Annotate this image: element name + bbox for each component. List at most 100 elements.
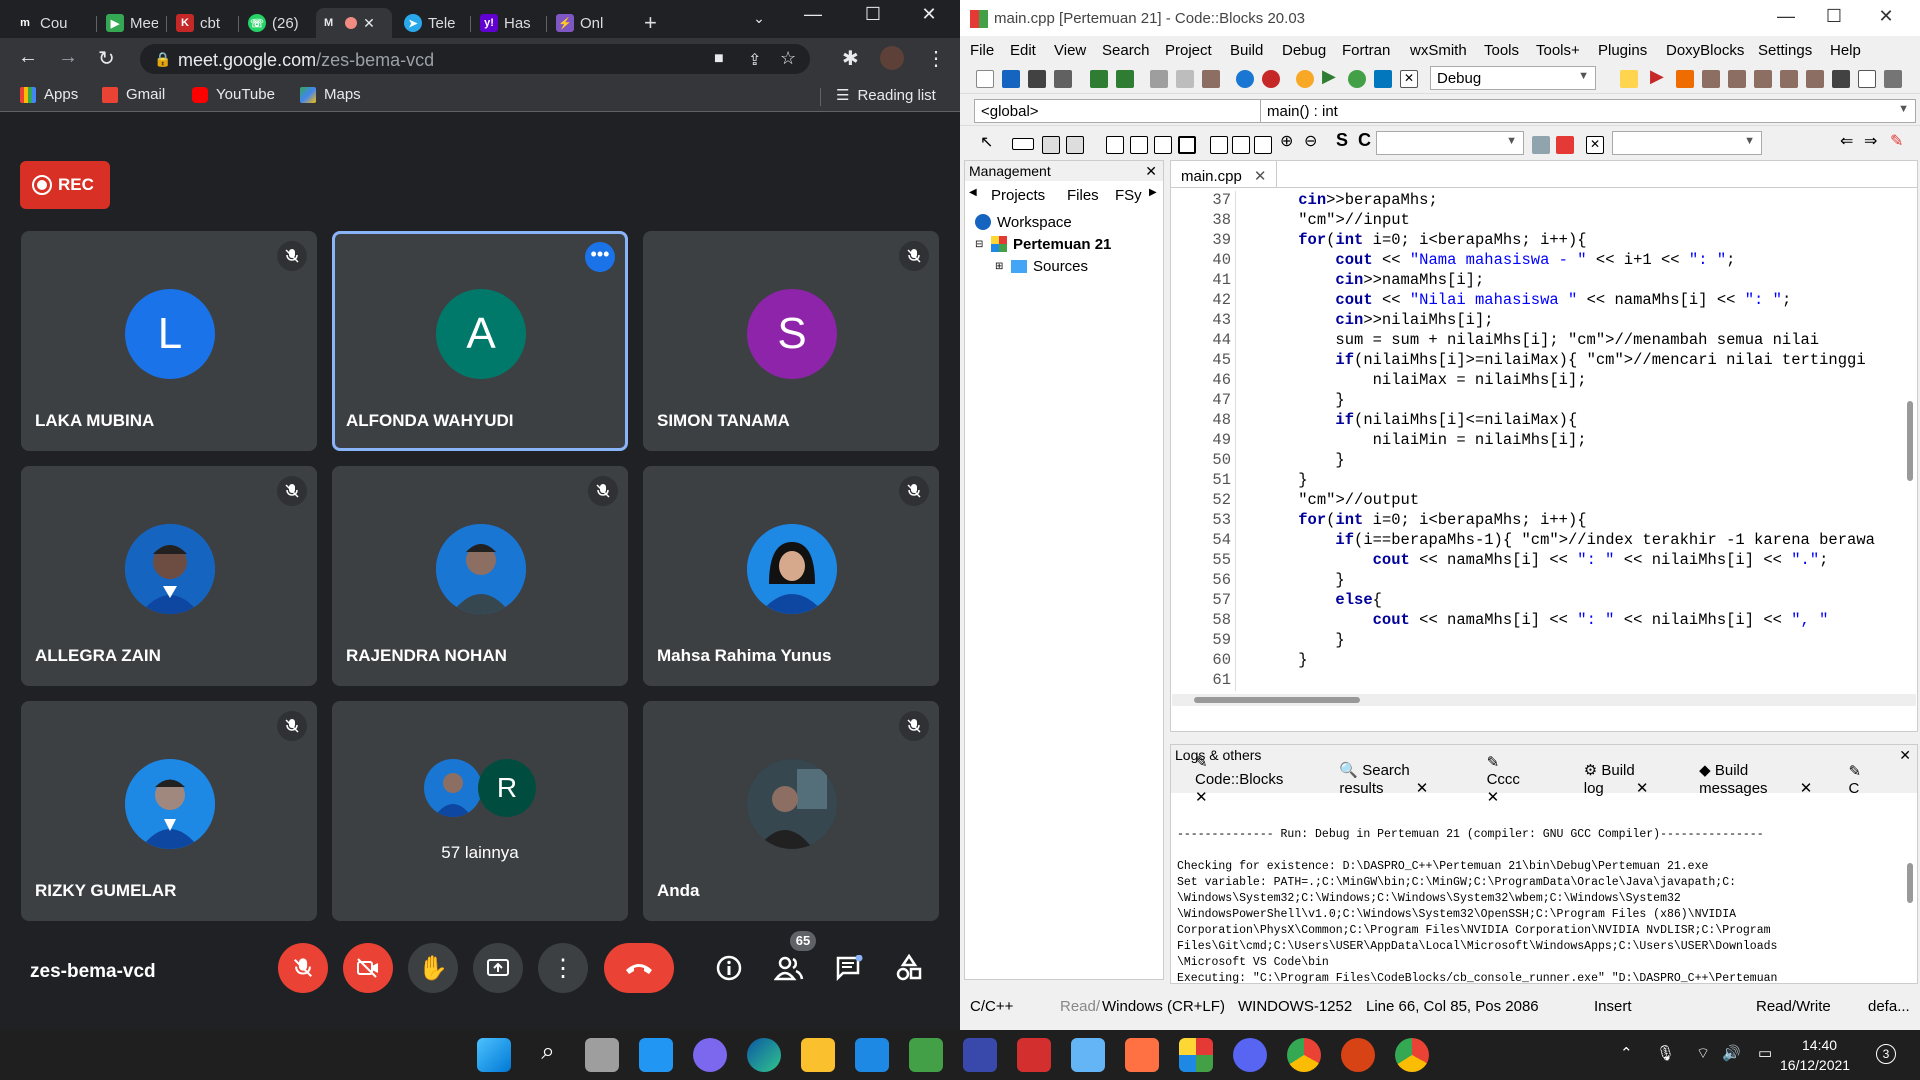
menu-toolsplus[interactable]: Tools+	[1536, 42, 1580, 59]
microphone-icon[interactable]: 🎙	[1656, 1044, 1675, 1062]
tab-6[interactable]: ➤ Tele	[396, 8, 466, 38]
scroll-thumb[interactable]	[1194, 697, 1360, 703]
tree-workspace[interactable]: Workspace	[975, 211, 1111, 233]
tab-4[interactable]: ☏ (26)	[240, 8, 310, 38]
mic-toggle-button[interactable]	[278, 943, 328, 993]
share-icon[interactable]: ⇪	[748, 50, 761, 70]
next-instruction-icon[interactable]	[1780, 70, 1798, 88]
code-line[interactable]: 45 if(nilaiMhs[i]>=nilaiMax){ "cm">//men…	[1171, 351, 1917, 371]
code-line[interactable]: 53 for(int i=0; i<berapaMhs; i++){	[1171, 511, 1917, 531]
rebuild-icon[interactable]	[1374, 70, 1392, 88]
participant-tile[interactable]: S SIMON TANAMA	[643, 231, 939, 451]
chat-icon[interactable]	[693, 1038, 727, 1072]
extensions-icon[interactable]: ✱	[842, 46, 859, 71]
participant-tile-selected[interactable]: ••• A ALFONDA WAHYUDI	[332, 231, 628, 451]
chrome-profile-icon[interactable]	[1287, 1038, 1321, 1072]
stop-debugger-icon[interactable]	[1858, 70, 1876, 88]
tab-build-log[interactable]: ⚙ Build log ✕	[1584, 761, 1671, 797]
tab-fsymbols[interactable]: FSy	[1115, 187, 1142, 204]
tab-3[interactable]: Kcbt	[168, 8, 238, 38]
minimize-button[interactable]: —	[790, 4, 836, 25]
s-icon[interactable]: S	[1336, 130, 1354, 150]
participant-tile[interactable]: ALLEGRA ZAIN	[21, 466, 317, 686]
find-icon[interactable]	[1236, 70, 1254, 88]
save-icon[interactable]	[1028, 70, 1046, 88]
code-line[interactable]: 47 }	[1171, 391, 1917, 411]
xampp-icon[interactable]	[1125, 1038, 1159, 1072]
tab-codeblocks-log[interactable]: ✎ Code::Blocks ✕	[1195, 753, 1311, 806]
search-combo[interactable]: ▼	[1376, 131, 1524, 155]
app-icon[interactable]	[963, 1038, 997, 1072]
vertical-scroll-thumb[interactable]	[1907, 401, 1913, 481]
file-explorer-icon[interactable]	[801, 1038, 835, 1072]
battery-icon[interactable]: ▭	[1758, 1044, 1772, 1062]
code-line[interactable]: 41 cin>>namaMhs[i];	[1171, 271, 1917, 291]
menu-file[interactable]: File	[970, 42, 994, 59]
tools-icon[interactable]	[1556, 136, 1574, 154]
code-line[interactable]: 42 cout << "Nilai mahasiswa " << namaMhs…	[1171, 291, 1917, 311]
tab-2[interactable]: ▶ Mee	[98, 8, 168, 38]
participant-tile[interactable]: RIZKY GUMELAR	[21, 701, 317, 921]
start-windows-icon[interactable]	[477, 1038, 511, 1072]
reading-list-button[interactable]: ☰ Reading list	[836, 86, 936, 105]
menu-tools[interactable]: Tools	[1484, 42, 1519, 59]
tab-meet-active[interactable]: M ✕	[316, 8, 392, 38]
tab-search-results[interactable]: 🔍 Search results ✕	[1339, 761, 1458, 797]
clock-date[interactable]: 16/12/2021	[1780, 1057, 1850, 1073]
widgets-icon[interactable]	[639, 1038, 673, 1072]
menu-debug[interactable]: Debug	[1282, 42, 1326, 59]
break-debugger-icon[interactable]	[1832, 70, 1850, 88]
show-hidden-icons-chevron-icon[interactable]: ⌃	[1620, 1044, 1633, 1062]
align-left-icon[interactable]	[1210, 136, 1228, 154]
maximize-button[interactable]: ☐	[850, 4, 896, 25]
notification-badge[interactable]: 3	[1876, 1044, 1896, 1064]
recording-badge[interactable]: REC	[20, 161, 110, 209]
code-area[interactable]: 37 cin>>berapaMhs; 38 "cm">//input 39 for(…	[1171, 191, 1917, 691]
bookmark-maps[interactable]: Maps	[300, 86, 361, 103]
code-line[interactable]: 39 for(int i=0; i<berapaMhs; i++){	[1171, 231, 1917, 251]
raise-hand-button[interactable]: ✋	[408, 943, 458, 993]
function-select[interactable]: main() : int ▼	[1260, 99, 1916, 123]
wifi-icon[interactable]: ⌔	[1696, 1044, 1710, 1063]
code-line[interactable]: 54 if(i==berapaMhs-1){ "cm">//index tera…	[1171, 531, 1917, 551]
profile-avatar[interactable]	[880, 46, 904, 70]
url-text[interactable]: meet.google.com/zes-bema-vcd	[178, 50, 434, 71]
jump-combo[interactable]: ▼	[1612, 131, 1762, 155]
tab-search-icon[interactable]: ⌄	[736, 10, 782, 27]
tab-scroll-right-icon[interactable]: ▶	[1149, 187, 1157, 198]
self-tile[interactable]: Anda	[643, 701, 939, 921]
volume-icon[interactable]: 🔊	[1722, 1044, 1741, 1062]
participant-tile[interactable]: Mahsa Rahima Yunus	[643, 466, 939, 686]
search-icon[interactable]: ⌕	[531, 1038, 565, 1072]
code-line[interactable]: 59 }	[1171, 631, 1917, 651]
powerpoint-icon[interactable]	[1341, 1038, 1375, 1072]
tree-project[interactable]: ⊟ Pertemuan 21	[975, 233, 1111, 255]
close-button[interactable]: ✕	[1866, 6, 1906, 27]
build-run-icon[interactable]	[1348, 70, 1366, 88]
widget-icon[interactable]	[1012, 138, 1034, 150]
cut-icon[interactable]	[1150, 70, 1168, 88]
present-button[interactable]	[473, 943, 523, 993]
menu-settings[interactable]: Settings	[1758, 42, 1812, 59]
code-line[interactable]: 51 }	[1171, 471, 1917, 491]
build-target-select[interactable]: Debug ▼	[1430, 66, 1596, 90]
sizer-icon[interactable]	[1178, 136, 1196, 154]
step-into-icon[interactable]	[1728, 70, 1746, 88]
save-all-icon[interactable]	[1054, 70, 1072, 88]
code-line[interactable]: 60 }	[1171, 651, 1917, 671]
menu-build[interactable]: Build	[1230, 42, 1263, 59]
camera-in-use-icon[interactable]: ■	[714, 50, 724, 68]
code-line[interactable]: 46 nilaiMax = nilaiMhs[i];	[1171, 371, 1917, 391]
discord-icon[interactable]	[1233, 1038, 1267, 1072]
tab-cccc[interactable]: ✎ Cccc ✕	[1487, 753, 1556, 806]
bookmark-star-icon[interactable]: ☆	[780, 48, 796, 69]
tab-1[interactable]: m Cou	[8, 8, 88, 38]
code-line[interactable]: 40 cout << "Nama mahasiswa - " << i+1 <<…	[1171, 251, 1917, 271]
copy-icon[interactable]	[1176, 70, 1194, 88]
horizontal-scrollbar[interactable]	[1172, 694, 1916, 706]
minimize-button[interactable]: —	[1766, 6, 1806, 27]
run-icon[interactable]: ▶	[1322, 66, 1340, 86]
close-button[interactable]: ✕	[906, 4, 952, 25]
more-options-icon[interactable]: •••	[585, 242, 615, 272]
meeting-details-button[interactable]	[712, 951, 746, 985]
